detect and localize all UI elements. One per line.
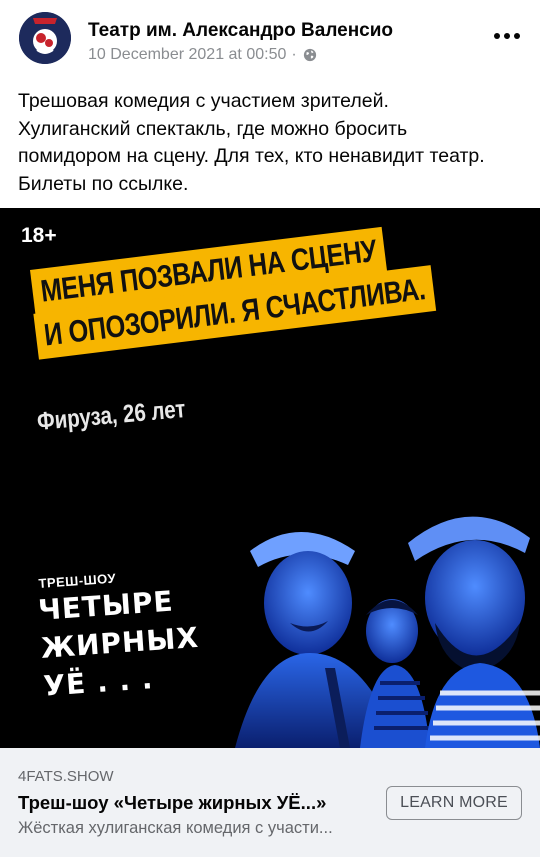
performers-photo	[235, 516, 540, 748]
globe-icon	[303, 48, 316, 62]
theatre-logo-icon	[19, 12, 71, 64]
meta-separator: ·	[291, 46, 297, 63]
more-dot	[494, 33, 500, 39]
age-rating: 18+	[21, 224, 57, 247]
learn-more-button[interactable]: LEARN MORE	[386, 786, 522, 820]
post-image[interactable]: 18+ Меня позвали на сцену и опозорили. Я…	[0, 208, 540, 748]
show-title: ЧЕТЫРЕ ЖИРНЫХ УЁ . . .	[37, 581, 203, 706]
post-message: Трешовая комедия с участием зрителей. Ху…	[18, 88, 534, 198]
post-timestamp[interactable]: 10 December 2021 at 00:50	[88, 46, 286, 64]
more-dot	[504, 33, 510, 39]
more-options-button[interactable]	[494, 24, 520, 48]
page-name-link[interactable]: Театр им. Александро Валенсио	[88, 20, 393, 42]
link-description: Жёсткая хулиганская комедия с участи...	[18, 819, 333, 837]
feed-post: Театр им. Александро Валенсио 10 Decembe…	[0, 0, 540, 857]
more-dot	[514, 33, 520, 39]
link-domain: 4FATS.SHOW	[18, 768, 114, 785]
link-title[interactable]: Треш-шоу «Четыре жирных УЁ...»	[18, 792, 368, 814]
post-meta: 10 December 2021 at 00:50 ·	[88, 46, 317, 64]
post-text-line: Хулиганский спектакль, где можно бросить	[18, 117, 408, 140]
page-avatar[interactable]	[19, 12, 71, 64]
quote-attribution: Фируза, 26 лет	[36, 395, 187, 436]
post-text-line: Билеты по ссылке.	[18, 172, 189, 195]
link-preview-card[interactable]: 4FATS.SHOW Треш-шоу «Четыре жирных УЁ...…	[0, 748, 540, 857]
post-header: Театр им. Александро Валенсио 10 Decembe…	[0, 0, 540, 86]
post-text-line: помидором на сцену. Для тех, кто ненавид…	[18, 145, 485, 167]
post-text-line: Трешовая комедия с участием зрителей.	[18, 90, 389, 112]
